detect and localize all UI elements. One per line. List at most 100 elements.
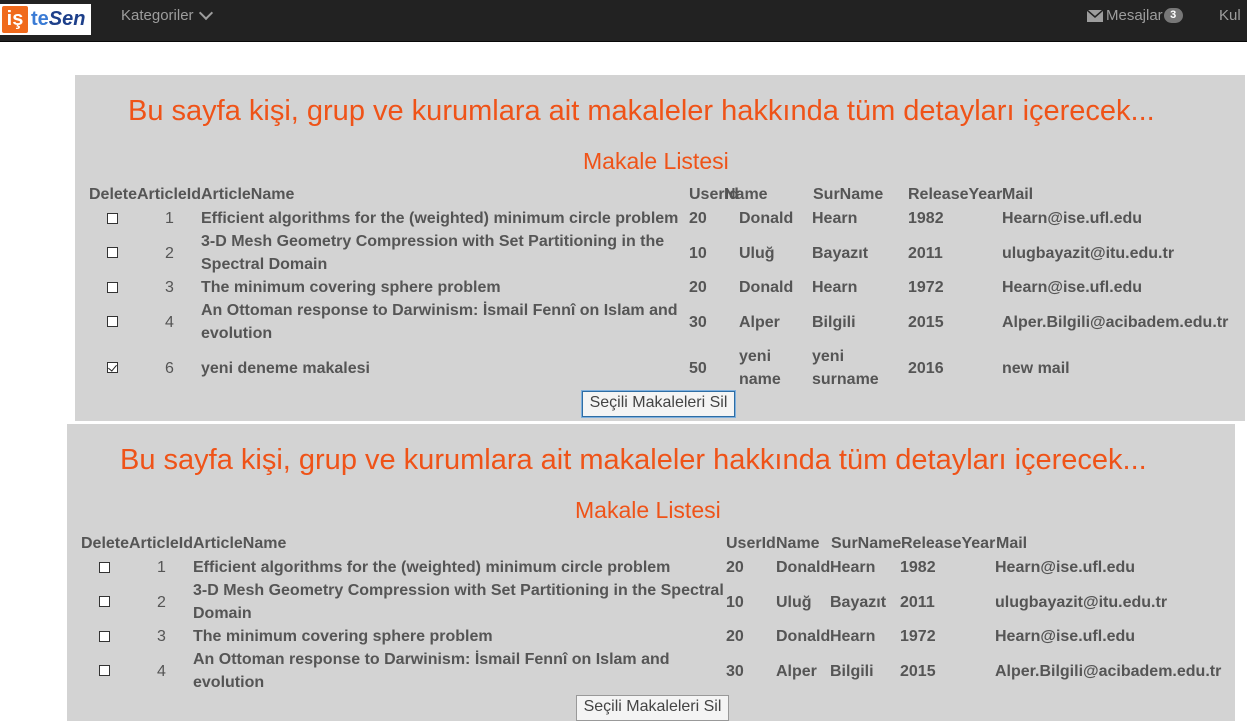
surname-line: surname xyxy=(812,371,879,388)
article-id-cell: 4 xyxy=(165,313,174,331)
release-year-cell: 2011 xyxy=(900,593,935,611)
name-line: Donald xyxy=(739,279,794,296)
header-release-year: ReleaseYear xyxy=(908,186,1003,203)
header-article-name: ArticleName xyxy=(193,535,287,552)
user-menu-link[interactable]: Kul xyxy=(1219,0,1241,31)
article-name-cell: An Ottoman response to Darwinism: İsmail… xyxy=(193,648,670,694)
name-cell: Donald xyxy=(739,276,793,299)
header-surname: SurName xyxy=(831,535,902,552)
article-panel-1: Bu sayfa kişi, grup ve kurumlara ait mak… xyxy=(75,75,1245,421)
logo-te: te xyxy=(31,8,49,30)
article-name-line: The minimum covering sphere problem xyxy=(201,279,501,296)
surname-line: Hearn xyxy=(830,559,876,576)
page-title: Bu sayfa kişi, grup ve kurumlara ait mak… xyxy=(128,95,1155,127)
mesajlar-label: Mesajlar xyxy=(1106,7,1163,24)
name-cell: Alper xyxy=(776,660,817,683)
delete-selected-button[interactable]: Seçili Makaleleri Sil xyxy=(582,391,735,417)
surname-cell: Hearn xyxy=(812,207,857,230)
mail-cell: Hearn@ise.ufl.edu xyxy=(1002,279,1143,296)
article-name-line: Efficient algorithms for the (weighted) … xyxy=(201,210,679,227)
delete-selected-button[interactable]: Seçili Makaleleri Sil xyxy=(576,695,729,721)
article-name-line: 3-D Mesh Geometry Compression with Set P… xyxy=(201,233,665,250)
article-name-line: yeni deneme makalesi xyxy=(201,359,370,377)
delete-checkbox[interactable] xyxy=(99,665,110,676)
article-id-cell: 3 xyxy=(165,279,174,296)
article-id-cell: 1 xyxy=(165,210,174,227)
surname-cell: Bayazıt xyxy=(830,591,886,614)
article-name-cell: An Ottoman response to Darwinism: İsmail… xyxy=(201,299,678,345)
release-year-cell: 1982 xyxy=(908,210,944,227)
article-name-line: Efficient algorithms for the (weighted) … xyxy=(193,559,671,576)
mesajlar-link[interactable]: Mesajlar 3 xyxy=(1087,0,1183,31)
user-id-cell: 20 xyxy=(689,279,707,296)
article-id-cell: 4 xyxy=(157,662,166,680)
kategoriler-dropdown[interactable]: Kategoriler xyxy=(121,0,213,31)
mail-cell: Alper.Bilgili@acibadem.edu.tr xyxy=(995,662,1222,680)
surname-line: Hearn xyxy=(812,279,858,296)
surname-cell: Hearn xyxy=(812,276,857,299)
header-article-name: ArticleName xyxy=(201,186,295,203)
delete-checkbox[interactable] xyxy=(107,362,118,373)
name-line: Uluğ xyxy=(776,593,812,611)
delete-checkbox[interactable] xyxy=(99,561,110,573)
article-name-cell: Efficient algorithms for the (weighted) … xyxy=(193,556,670,579)
article-id-cell: 1 xyxy=(157,559,166,576)
logo-sen: Sen xyxy=(48,8,86,30)
name-line: Donald xyxy=(776,559,831,576)
delete-checkbox[interactable] xyxy=(107,281,118,293)
surname-cell: yeni surname xyxy=(812,345,879,391)
user-id-cell: 20 xyxy=(726,628,744,645)
delete-checkbox[interactable] xyxy=(107,247,118,258)
name-line: Alper xyxy=(776,662,817,680)
user-id-cell: 30 xyxy=(726,662,744,680)
name-cell: Uluğ xyxy=(739,242,775,265)
header-name: Name xyxy=(776,535,820,552)
release-year-cell: 2016 xyxy=(908,359,944,377)
mail-cell: Hearn@ise.ufl.edu xyxy=(995,559,1136,576)
name-line: name xyxy=(739,371,781,388)
article-panel-2: Bu sayfa kişi, grup ve kurumlara ait mak… xyxy=(67,424,1235,721)
header-user-id: UserId xyxy=(726,535,776,552)
header-delete: Delete xyxy=(89,186,138,203)
article-name-cell: 3-D Mesh Geometry Compression with Set P… xyxy=(201,230,664,276)
name-cell: yeni name xyxy=(739,345,781,391)
surname-cell: Bayazıt xyxy=(812,242,868,265)
article-id-cell: 2 xyxy=(157,593,166,611)
header-name: Name xyxy=(724,186,768,203)
article-name-line: The minimum covering sphere problem xyxy=(193,628,493,645)
kategoriler-label: Kategoriler xyxy=(121,7,194,24)
user-id-cell: 30 xyxy=(689,313,707,331)
user-id-cell: 10 xyxy=(726,593,744,611)
surname-line: Bilgili xyxy=(830,662,874,680)
article-id-cell: 2 xyxy=(165,244,174,262)
delete-checkbox[interactable] xyxy=(99,630,110,642)
article-name-line: 3-D Mesh Geometry Compression with Set P… xyxy=(193,582,724,599)
release-year-cell: 1972 xyxy=(908,279,944,296)
delete-checkbox[interactable] xyxy=(107,212,118,224)
envelope-icon xyxy=(1087,9,1103,22)
user-menu-label: Kul xyxy=(1219,7,1241,24)
user-id-cell: 20 xyxy=(726,559,744,576)
name-line: Donald xyxy=(776,628,831,645)
chevron-down-icon xyxy=(198,5,213,21)
name-cell: Alper xyxy=(739,311,780,334)
delete-checkbox[interactable] xyxy=(99,596,110,607)
surname-line: yeni xyxy=(812,348,845,365)
user-id-cell: 20 xyxy=(689,210,707,227)
name-cell: Uluğ xyxy=(776,591,812,614)
release-year-cell: 2015 xyxy=(900,662,936,680)
article-name-cell: yeni deneme makalesi xyxy=(201,357,370,380)
site-logo[interactable]: iş te Sen xyxy=(0,4,91,35)
release-year-cell: 2011 xyxy=(908,244,943,262)
name-cell: Donald xyxy=(776,625,830,648)
article-name-line: evolution xyxy=(193,674,265,691)
article-name-cell: The minimum covering sphere problem xyxy=(201,276,501,299)
article-name-cell: The minimum covering sphere problem xyxy=(193,625,493,648)
logo-is: iş xyxy=(2,6,28,33)
release-year-cell: 1972 xyxy=(900,628,936,645)
article-name-line: An Ottoman response to Darwinism: İsmail… xyxy=(193,651,670,668)
delete-checkbox[interactable] xyxy=(107,316,118,327)
surname-line: Bayazıt xyxy=(812,244,869,262)
surname-cell: Hearn xyxy=(830,625,875,648)
list-title: Makale Listesi xyxy=(575,497,721,523)
